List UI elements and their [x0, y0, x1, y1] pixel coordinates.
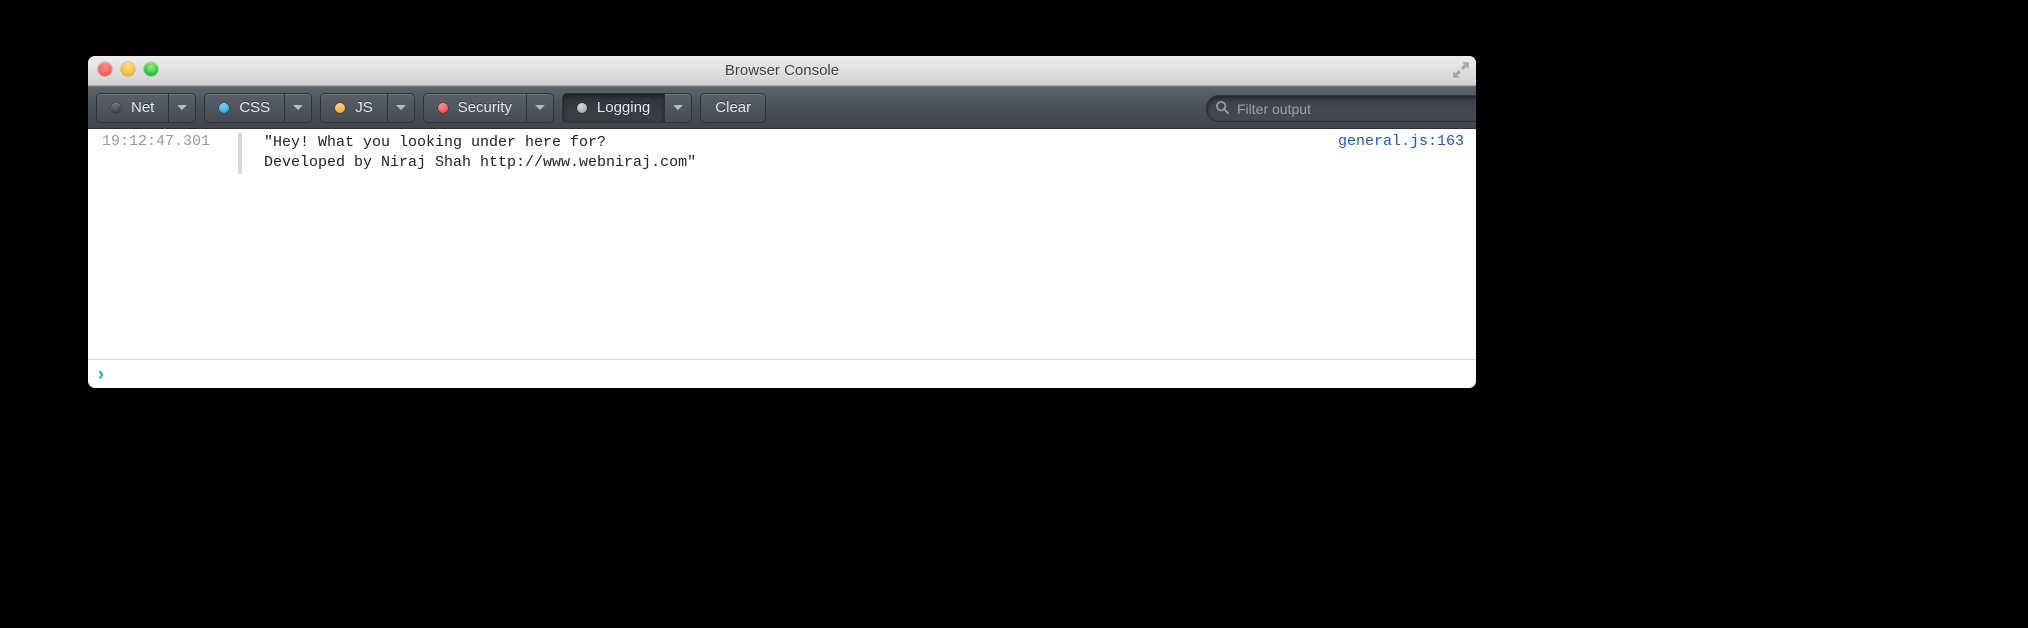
- clear-group: Clear: [700, 93, 766, 123]
- chevron-down-icon: [293, 105, 303, 110]
- expand-icon[interactable]: [1452, 61, 1470, 79]
- dot-icon: [111, 103, 121, 113]
- dot-icon: [438, 103, 448, 113]
- chevron-down-icon: [177, 105, 187, 110]
- window-controls: [98, 62, 158, 76]
- log-output: 19:12:47.301 "Hey! What you looking unde…: [88, 129, 1476, 359]
- window-title: Browser Console: [725, 62, 839, 79]
- log-timestamp: 19:12:47.301: [102, 133, 232, 150]
- search-icon: [1215, 100, 1230, 115]
- filter-js-button[interactable]: JS: [320, 93, 388, 123]
- filter-net-group: Net: [96, 93, 196, 123]
- filter-security-button[interactable]: Security: [423, 93, 527, 123]
- filter-css-group: CSS: [204, 93, 312, 123]
- filter-label: CSS: [239, 99, 270, 116]
- filter-output-field: [1206, 95, 1468, 120]
- toolbar: Net CSS JS: [88, 86, 1476, 129]
- filter-logging-button[interactable]: Logging: [562, 93, 665, 123]
- filter-css-button[interactable]: CSS: [204, 93, 285, 123]
- filter-net-dropdown[interactable]: [169, 93, 196, 123]
- filter-security-dropdown[interactable]: [527, 93, 554, 123]
- filter-net-button[interactable]: Net: [96, 93, 169, 123]
- filter-logging-group: Logging: [562, 93, 692, 123]
- filter-js-dropdown[interactable]: [388, 93, 415, 123]
- dot-icon: [335, 103, 345, 113]
- filter-logging-dropdown[interactable]: [665, 93, 692, 123]
- close-window-button[interactable]: [98, 62, 112, 76]
- filter-label: Net: [131, 99, 154, 116]
- console-input[interactable]: [104, 366, 1466, 384]
- filter-label: JS: [355, 99, 373, 116]
- clear-button[interactable]: Clear: [700, 93, 766, 123]
- console-input-row: ››: [88, 359, 1476, 388]
- filter-label: Security: [458, 99, 512, 116]
- dot-icon: [219, 103, 229, 113]
- filter-css-dropdown[interactable]: [285, 93, 312, 123]
- dot-icon: [577, 103, 587, 113]
- filter-label: Logging: [597, 99, 650, 116]
- zoom-window-button[interactable]: [144, 62, 158, 76]
- log-source-link[interactable]: general.js:163: [1328, 133, 1464, 150]
- filter-output-input[interactable]: [1206, 95, 1476, 122]
- log-separator: [238, 133, 242, 174]
- filter-js-group: JS: [320, 93, 415, 123]
- chevron-down-icon: [673, 105, 683, 110]
- filter-security-group: Security: [423, 93, 554, 123]
- chevron-down-icon: [535, 105, 545, 110]
- log-message: "Hey! What you looking under here for? D…: [264, 133, 1328, 174]
- minimize-window-button[interactable]: [121, 62, 135, 76]
- browser-console-window: Browser Console Net CSS: [88, 56, 1476, 388]
- titlebar: Browser Console: [88, 56, 1476, 86]
- log-entry: 19:12:47.301 "Hey! What you looking unde…: [88, 129, 1476, 178]
- chevron-down-icon: [396, 105, 406, 110]
- clear-label: Clear: [715, 99, 751, 116]
